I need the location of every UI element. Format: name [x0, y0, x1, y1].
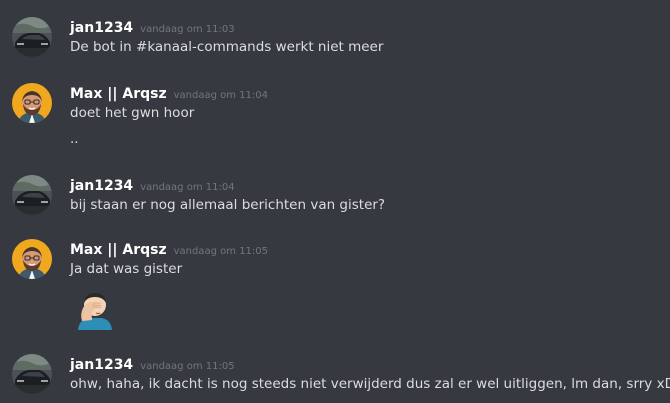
message-header: jan1234 vandaag om 11:03 — [70, 17, 235, 37]
username[interactable]: jan1234 — [70, 357, 133, 373]
message-text: ohw, haha, ik dacht is nog steeds niet v… — [70, 376, 670, 392]
facepalm-emoji-icon[interactable] — [74, 288, 116, 330]
message-text: doet het gwn hoor — [70, 105, 195, 121]
message-text: bij staan er nog allemaal berichten van … — [70, 197, 386, 213]
avatar-bearded-man[interactable] — [12, 83, 52, 123]
message-header: Max || Arqsz vandaag om 11:05 — [70, 239, 268, 259]
avatar-car[interactable] — [12, 175, 52, 215]
avatar-bearded-man[interactable] — [12, 239, 52, 279]
message-header: Max || Arqsz vandaag om 11:04 — [70, 83, 268, 103]
avatar-car[interactable] — [12, 354, 52, 394]
timestamp: vandaag om 11:05 — [140, 361, 235, 372]
timestamp: vandaag om 11:05 — [173, 246, 269, 257]
message-header: jan1234 vandaag om 11:05 — [70, 354, 235, 374]
username[interactable]: jan1234 — [70, 20, 133, 36]
username[interactable]: jan1234 — [70, 178, 133, 194]
message-text: De bot in #kanaal-commands werkt niet me… — [70, 39, 384, 55]
message-text: .. — [70, 131, 79, 147]
message-header: jan1234 vandaag om 11:04 — [70, 175, 235, 195]
message-text: Ja dat was gister — [70, 261, 183, 277]
avatar-car[interactable] — [12, 17, 52, 57]
timestamp: vandaag om 11:03 — [140, 24, 235, 35]
timestamp: vandaag om 11:04 — [140, 182, 235, 193]
username[interactable]: Max || Arqsz — [70, 86, 167, 102]
timestamp: vandaag om 11:04 — [173, 90, 269, 101]
username[interactable]: Max || Arqsz — [70, 242, 167, 258]
